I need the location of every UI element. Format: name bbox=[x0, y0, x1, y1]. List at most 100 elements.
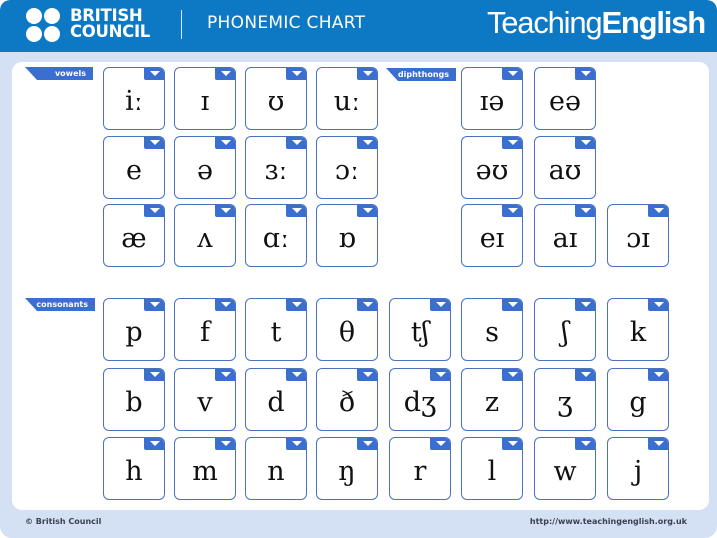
dropdown-arrow-icon[interactable] bbox=[215, 137, 235, 149]
diphthong-tile[interactable]: ɔɪ bbox=[607, 204, 669, 267]
phoneme-symbol: ʃ bbox=[561, 317, 569, 348]
phoneme-symbol: aɪ bbox=[552, 223, 578, 254]
site-url-link[interactable]: http://www.teachingenglish.org.uk bbox=[530, 517, 687, 526]
consonant-tile[interactable]: l bbox=[461, 437, 523, 500]
diphthong-tile[interactable]: eɪ bbox=[461, 204, 523, 267]
dropdown-arrow-icon[interactable] bbox=[648, 438, 668, 450]
dropdown-arrow-icon[interactable] bbox=[648, 205, 668, 217]
vowel-tile[interactable]: ɑː bbox=[245, 204, 307, 267]
phoneme-symbol: n bbox=[267, 456, 285, 487]
dropdown-arrow-icon[interactable] bbox=[575, 369, 595, 381]
vowel-tile[interactable]: ɪ bbox=[174, 67, 236, 130]
phoneme-symbol: ŋ bbox=[338, 456, 356, 487]
phoneme-symbol: g bbox=[629, 387, 647, 418]
vowel-tile[interactable]: æ bbox=[103, 204, 165, 267]
dropdown-arrow-icon[interactable] bbox=[575, 299, 595, 311]
dropdown-arrow-icon[interactable] bbox=[144, 299, 164, 311]
dropdown-arrow-icon[interactable] bbox=[430, 299, 450, 311]
app-title: PHONEMIC CHART bbox=[207, 13, 366, 33]
dropdown-arrow-icon[interactable] bbox=[430, 369, 450, 381]
dropdown-arrow-icon[interactable] bbox=[144, 205, 164, 217]
dropdown-arrow-icon[interactable] bbox=[357, 68, 377, 80]
phoneme-symbol: dʒ bbox=[403, 387, 437, 418]
vowel-tile[interactable]: ɒ bbox=[316, 204, 378, 267]
diphthong-tile[interactable]: ɪə bbox=[461, 67, 523, 130]
dropdown-arrow-icon[interactable] bbox=[357, 299, 377, 311]
dropdown-arrow-icon[interactable] bbox=[286, 68, 306, 80]
phoneme-symbol: ɪə bbox=[479, 86, 505, 117]
vowel-tile[interactable]: e bbox=[103, 136, 165, 199]
vowel-tile[interactable]: ɔː bbox=[316, 136, 378, 199]
dropdown-arrow-icon[interactable] bbox=[144, 438, 164, 450]
consonant-tile[interactable]: b bbox=[103, 368, 165, 431]
dropdown-arrow-icon[interactable] bbox=[502, 369, 522, 381]
phoneme-symbol: m bbox=[192, 456, 218, 487]
dropdown-arrow-icon[interactable] bbox=[215, 205, 235, 217]
consonant-tile[interactable]: j bbox=[607, 437, 669, 500]
dropdown-arrow-icon[interactable] bbox=[502, 205, 522, 217]
consonant-tile[interactable]: m bbox=[174, 437, 236, 500]
dropdown-arrow-icon[interactable] bbox=[430, 438, 450, 450]
consonant-tile[interactable]: p bbox=[103, 298, 165, 361]
consonant-tile[interactable]: s bbox=[461, 298, 523, 361]
consonant-tile[interactable]: t bbox=[245, 298, 307, 361]
dropdown-arrow-icon[interactable] bbox=[575, 137, 595, 149]
vowel-tile[interactable]: ə bbox=[174, 136, 236, 199]
dropdown-arrow-icon[interactable] bbox=[215, 438, 235, 450]
consonant-tile[interactable]: tʃ bbox=[389, 298, 451, 361]
dropdown-arrow-icon[interactable] bbox=[357, 438, 377, 450]
dropdown-arrow-icon[interactable] bbox=[215, 369, 235, 381]
vowel-tile[interactable]: ɜː bbox=[245, 136, 307, 199]
consonant-tile[interactable]: ʃ bbox=[534, 298, 596, 361]
diphthong-tile[interactable]: eə bbox=[534, 67, 596, 130]
consonant-tile[interactable]: ŋ bbox=[316, 437, 378, 500]
vowel-tile[interactable]: iː bbox=[103, 67, 165, 130]
phoneme-symbol: æ bbox=[121, 223, 147, 254]
consonant-tile[interactable]: d bbox=[245, 368, 307, 431]
dropdown-arrow-icon[interactable] bbox=[575, 205, 595, 217]
dropdown-arrow-icon[interactable] bbox=[357, 369, 377, 381]
consonant-tile[interactable]: θ bbox=[316, 298, 378, 361]
consonant-tile[interactable]: dʒ bbox=[389, 368, 451, 431]
consonant-tile[interactable]: w bbox=[534, 437, 596, 500]
vowel-tile[interactable]: ʌ bbox=[174, 204, 236, 267]
consonant-tile[interactable]: r bbox=[389, 437, 451, 500]
dropdown-arrow-icon[interactable] bbox=[502, 137, 522, 149]
dropdown-arrow-icon[interactable] bbox=[575, 68, 595, 80]
consonant-tile[interactable]: z bbox=[461, 368, 523, 431]
dropdown-arrow-icon[interactable] bbox=[286, 369, 306, 381]
dropdown-arrow-icon[interactable] bbox=[144, 369, 164, 381]
vowel-tile[interactable]: uː bbox=[316, 67, 378, 130]
dropdown-arrow-icon[interactable] bbox=[286, 205, 306, 217]
consonant-tile[interactable]: k bbox=[607, 298, 669, 361]
consonant-tile[interactable]: v bbox=[174, 368, 236, 431]
dropdown-arrow-icon[interactable] bbox=[144, 137, 164, 149]
dropdown-arrow-icon[interactable] bbox=[357, 137, 377, 149]
dropdown-arrow-icon[interactable] bbox=[648, 369, 668, 381]
phoneme-symbol: uː bbox=[333, 86, 361, 117]
consonant-tile[interactable]: f bbox=[174, 298, 236, 361]
dropdown-arrow-icon[interactable] bbox=[286, 137, 306, 149]
consonant-tile[interactable]: n bbox=[245, 437, 307, 500]
dropdown-arrow-icon[interactable] bbox=[357, 205, 377, 217]
consonant-tile[interactable]: ʒ bbox=[534, 368, 596, 431]
logo-text-bold: English bbox=[601, 5, 706, 40]
diphthong-tile[interactable]: aʊ bbox=[534, 136, 596, 199]
dropdown-arrow-icon[interactable] bbox=[575, 438, 595, 450]
dropdown-arrow-icon[interactable] bbox=[144, 68, 164, 80]
diphthong-tile[interactable]: əʊ bbox=[461, 136, 523, 199]
dropdown-arrow-icon[interactable] bbox=[502, 299, 522, 311]
diphthong-tile[interactable]: aɪ bbox=[534, 204, 596, 267]
phoneme-symbol: iː bbox=[125, 86, 143, 117]
dropdown-arrow-icon[interactable] bbox=[286, 299, 306, 311]
dropdown-arrow-icon[interactable] bbox=[502, 438, 522, 450]
vowel-tile[interactable]: ʊ bbox=[245, 67, 307, 130]
consonant-tile[interactable]: h bbox=[103, 437, 165, 500]
dropdown-arrow-icon[interactable] bbox=[502, 68, 522, 80]
dropdown-arrow-icon[interactable] bbox=[286, 438, 306, 450]
consonant-tile[interactable]: g bbox=[607, 368, 669, 431]
dropdown-arrow-icon[interactable] bbox=[215, 68, 235, 80]
dropdown-arrow-icon[interactable] bbox=[648, 299, 668, 311]
consonant-tile[interactable]: ð bbox=[316, 368, 378, 431]
dropdown-arrow-icon[interactable] bbox=[215, 299, 235, 311]
